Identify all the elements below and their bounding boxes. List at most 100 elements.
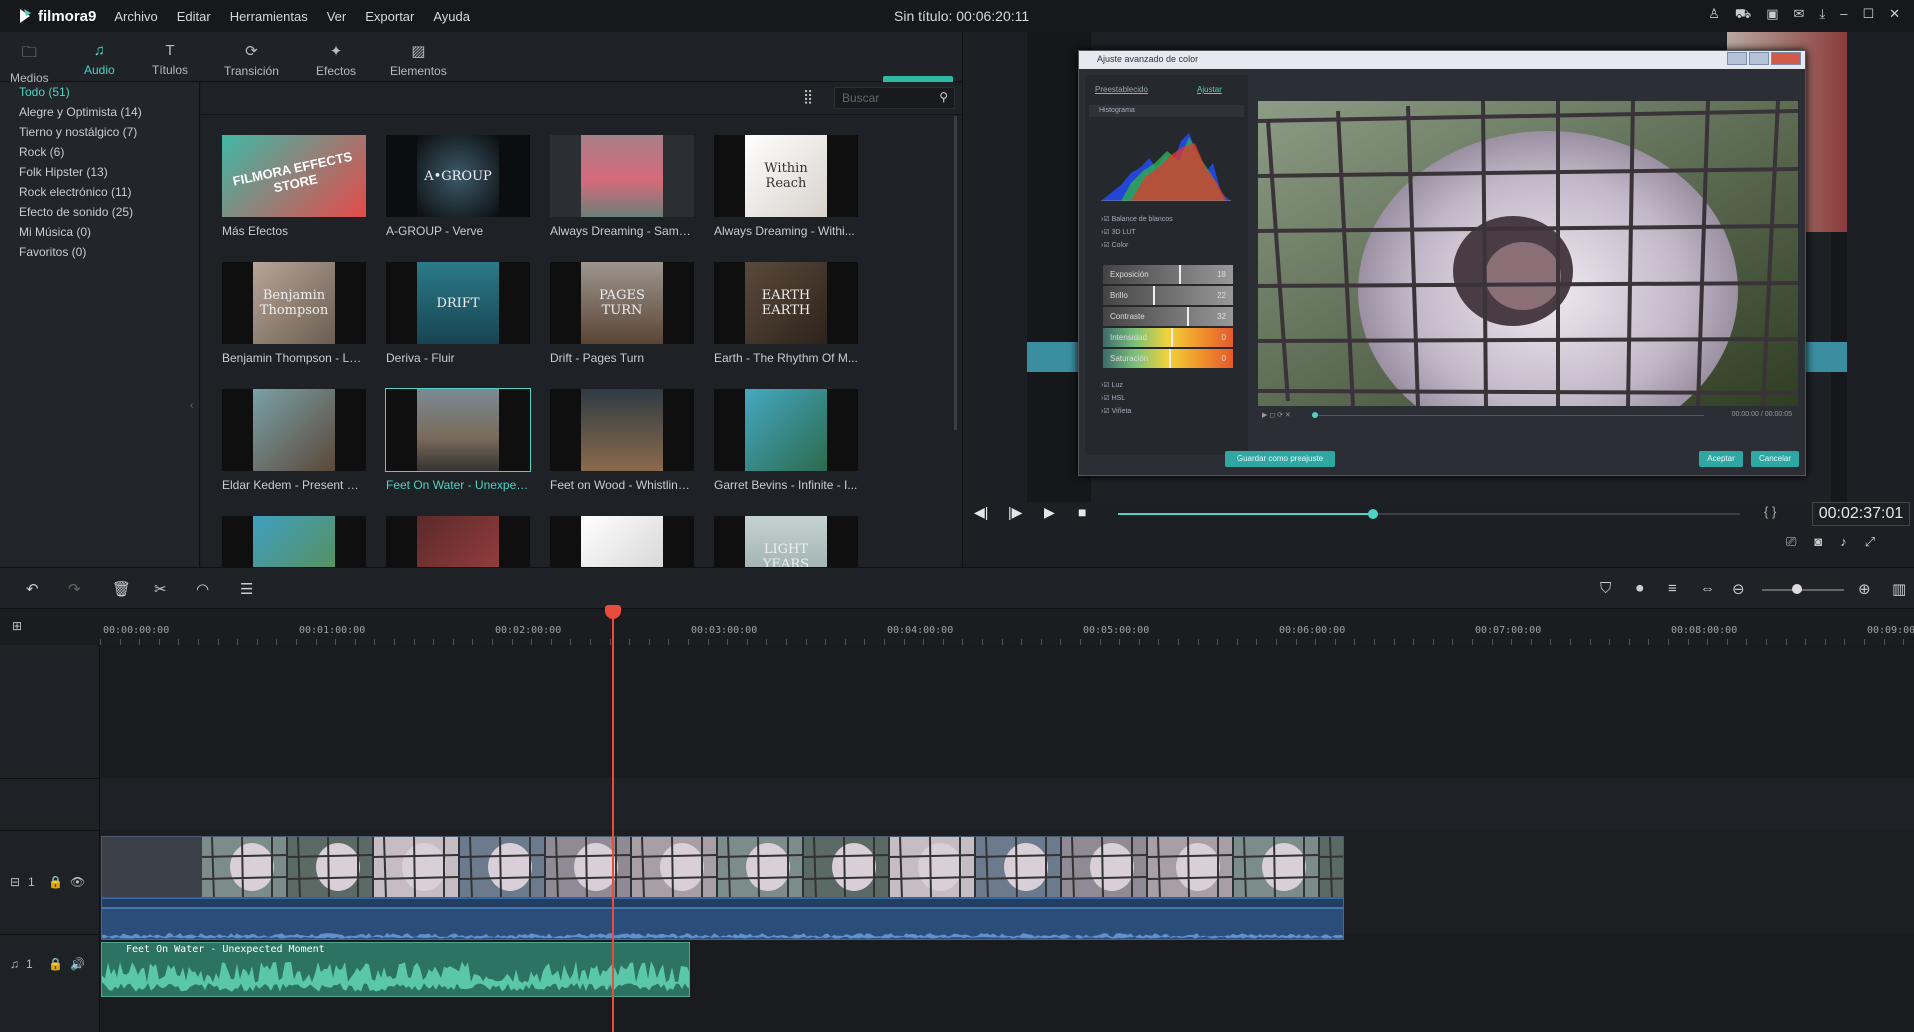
library-item[interactable]: Garret Bevins - Infinite - I... bbox=[714, 389, 858, 492]
menu-archivo[interactable]: Archivo bbox=[114, 9, 157, 24]
menu-exportar[interactable]: Exportar bbox=[365, 9, 414, 24]
mark-in-out-icon[interactable]: { } bbox=[1764, 504, 1776, 519]
voiceover-icon[interactable]: ≡ bbox=[1668, 580, 1677, 597]
adjust-icon[interactable]: ☰ bbox=[240, 580, 253, 598]
slider-intensity[interactable]: Intensidad 0 bbox=[1103, 328, 1233, 347]
category-item[interactable]: Rock electrónico (11) bbox=[19, 185, 199, 199]
zoom-knob[interactable] bbox=[1792, 584, 1802, 594]
menu-ayuda[interactable]: Ayuda bbox=[433, 9, 470, 24]
grid-view-icon[interactable]: ⣿ bbox=[803, 88, 813, 105]
library-scrollbar[interactable] bbox=[954, 116, 957, 430]
checkbox-icon[interactable]: ›☑ bbox=[1101, 229, 1112, 236]
audio-lock-icon[interactable]: 🔒 bbox=[48, 957, 63, 971]
mic-icon[interactable]: ⏺ bbox=[1636, 580, 1644, 597]
menu-herramientas[interactable]: Herramientas bbox=[230, 9, 308, 24]
maximize-button[interactable]: ☐ bbox=[1862, 6, 1874, 24]
search-input[interactable]: Buscar ⚲ bbox=[834, 87, 955, 109]
adjust-section[interactable]: ›☑ Color bbox=[1089, 241, 1244, 253]
slider-saturation[interactable]: Saturación 0 bbox=[1103, 349, 1233, 368]
accept-button[interactable]: Aceptar bbox=[1699, 451, 1743, 467]
library-item[interactable]: Feet On Water - Unexpec... bbox=[385, 388, 531, 492]
slider-knob[interactable] bbox=[1179, 265, 1181, 284]
playhead[interactable] bbox=[605, 605, 621, 1032]
checkbox-icon[interactable]: ›☑ bbox=[1101, 408, 1112, 415]
category-item[interactable]: Alegre y Optimista (14) bbox=[19, 105, 199, 119]
dialog-play-icon[interactable]: ▶ ◻ ⟳ ✕ bbox=[1262, 411, 1291, 419]
menu-editar[interactable]: Editar bbox=[177, 9, 211, 24]
preset-tab[interactable]: Preestablecido bbox=[1095, 85, 1148, 94]
library-item[interactable]: Within Reach Always Dreaming - Withi... bbox=[714, 135, 858, 238]
slider-exposure[interactable]: Exposición 18 bbox=[1103, 265, 1233, 284]
tab-títulos[interactable]: T Títulos bbox=[152, 42, 188, 77]
library-item[interactable]: A•GROUP A-GROUP - Verve bbox=[386, 135, 530, 238]
library-item[interactable]: EARTH EARTH Earth - The Rhythm Of M... bbox=[714, 262, 858, 365]
slider-brightness[interactable]: Brillo 22 bbox=[1103, 286, 1233, 305]
checkbox-icon[interactable]: ›☑ bbox=[1101, 242, 1112, 249]
tab-medios[interactable]: 🗀 Medios bbox=[10, 42, 49, 85]
library-item[interactable]: Benjamin Thompson Benjamin Thompson - Lul… bbox=[222, 262, 366, 365]
dialog-maximize[interactable] bbox=[1749, 52, 1769, 65]
account-icon[interactable]: ♙ bbox=[1708, 6, 1720, 24]
close-button[interactable]: ✕ bbox=[1889, 6, 1900, 24]
video-audio-waveform[interactable] bbox=[101, 898, 1344, 940]
fit-icon[interactable]: ⇔ bbox=[1700, 580, 1715, 597]
category-item[interactable]: Todo (51) bbox=[19, 85, 199, 99]
cut-icon[interactable]: ✂ bbox=[154, 580, 167, 598]
dialog-close[interactable] bbox=[1771, 52, 1801, 65]
dialog-minimize[interactable] bbox=[1727, 52, 1747, 65]
tab-efectos[interactable]: ✦ Efectos bbox=[316, 42, 356, 78]
adjust-section[interactable]: ›☑ 3D LUT bbox=[1089, 228, 1244, 240]
adjust-section[interactable]: ›☑ Luz bbox=[1089, 381, 1244, 393]
category-item[interactable]: Mi Música (0) bbox=[19, 225, 199, 239]
slider-contrast[interactable]: Contraste 32 bbox=[1103, 307, 1233, 326]
visibility-icon[interactable]: 👁 bbox=[70, 875, 85, 889]
speed-icon[interactable]: ◠ bbox=[196, 580, 209, 598]
download-icon[interactable]: ⤓ bbox=[1819, 6, 1825, 24]
checkbox-icon[interactable]: ›☑ bbox=[1101, 395, 1112, 402]
minimize-button[interactable]: – bbox=[1840, 6, 1847, 24]
library-item[interactable]: Feet on Wood - Whistling ... bbox=[550, 389, 694, 492]
tab-transición[interactable]: ⟳ Transición bbox=[224, 42, 279, 78]
category-item[interactable]: Efecto de sonido (25) bbox=[19, 205, 199, 219]
add-track-icon[interactable]: ⊞ bbox=[12, 619, 22, 633]
mail-icon[interactable]: ✉ bbox=[1794, 6, 1805, 24]
tab-audio[interactable]: ♫ Audio bbox=[78, 42, 121, 87]
category-item[interactable]: Favoritos (0) bbox=[19, 245, 199, 259]
library-item[interactable]: Always Dreaming - Same ... bbox=[550, 135, 694, 238]
volume-icon[interactable]: ♪ bbox=[1840, 534, 1847, 550]
stop-icon[interactable]: ■ bbox=[1078, 504, 1086, 520]
checkbox-icon[interactable]: ›☑ bbox=[1101, 382, 1112, 389]
adjust-section[interactable]: ›☑ Viñeta bbox=[1089, 407, 1244, 419]
slider-knob[interactable] bbox=[1187, 307, 1189, 326]
library-item[interactable]: PAGES TURN Drift - Pages Turn bbox=[550, 262, 694, 365]
slider-knob[interactable] bbox=[1171, 328, 1173, 347]
zoom-slider[interactable] bbox=[1762, 589, 1844, 591]
play-icon[interactable]: ▶ bbox=[1044, 504, 1055, 521]
collapse-panel-icon[interactable]: ‹ bbox=[190, 400, 193, 411]
preview-scrubber[interactable] bbox=[1118, 509, 1740, 519]
cart-icon[interactable]: ⛟ bbox=[1735, 6, 1751, 24]
zoom-in-icon[interactable]: ⊕ bbox=[1858, 580, 1871, 598]
library-item[interactable]: FILMORA EFFECTS STORE Más Efectos bbox=[222, 135, 366, 238]
adjust-section[interactable]: ›☑ HSL bbox=[1089, 394, 1244, 406]
render-icon[interactable]: ⎚ bbox=[1786, 534, 1796, 550]
slider-knob[interactable] bbox=[1153, 286, 1155, 305]
category-item[interactable]: Folk Hipster (13) bbox=[19, 165, 199, 179]
video-clip[interactable]: intro bbox=[101, 836, 1344, 898]
audio-mute-icon[interactable]: 🔊 bbox=[70, 957, 85, 971]
tab-elementos[interactable]: ▨ Elementos bbox=[390, 42, 447, 78]
fullscreen-icon[interactable]: ⤢ bbox=[1865, 534, 1875, 550]
cancel-button[interactable]: Cancelar bbox=[1751, 451, 1799, 467]
save-icon[interactable]: ▣ bbox=[1766, 6, 1778, 24]
library-item[interactable]: DRIFT Deriva - Fluir bbox=[386, 262, 530, 365]
panel-toggle-icon[interactable]: ▥ bbox=[1892, 580, 1906, 598]
delete-icon[interactable]: 🗑 bbox=[112, 580, 131, 598]
lock-icon[interactable]: 🔒 bbox=[48, 875, 63, 889]
slider-knob[interactable] bbox=[1169, 349, 1171, 368]
menu-ver[interactable]: Ver bbox=[327, 9, 347, 24]
library-item[interactable]: Eldar Kedem - Present M... bbox=[222, 389, 366, 492]
prev-frame-icon[interactable]: ◀| bbox=[974, 504, 988, 521]
marker-icon[interactable]: ⛉ bbox=[1600, 580, 1611, 597]
undo-icon[interactable]: ↶ bbox=[26, 580, 39, 598]
redo-icon[interactable]: ↷ bbox=[68, 580, 81, 598]
